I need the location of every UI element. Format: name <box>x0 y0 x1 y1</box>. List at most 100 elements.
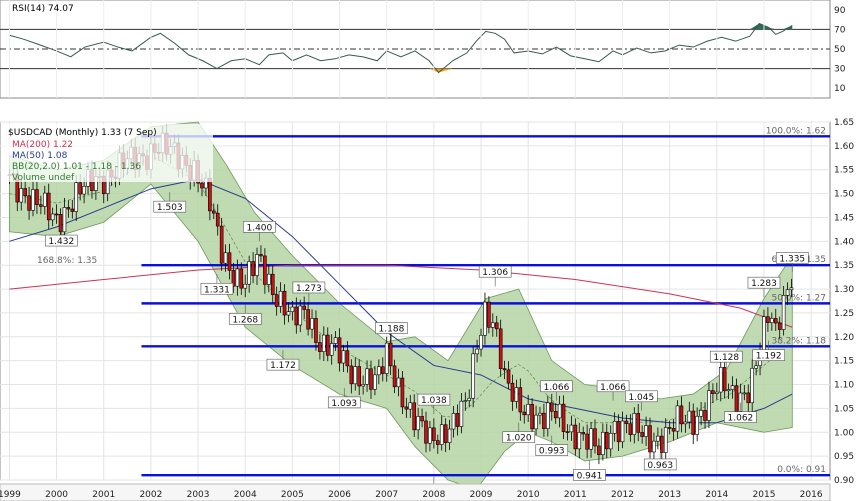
y-tick-label: 1.50 <box>834 190 854 200</box>
candle-body <box>361 384 365 387</box>
candle-body <box>502 368 507 371</box>
candle-body <box>628 423 633 435</box>
y-tick-label: 1.10 <box>834 381 854 391</box>
candle-body <box>534 414 538 430</box>
annotation-label: 1.306 <box>482 268 508 278</box>
candle-body <box>243 283 248 289</box>
candle-body <box>675 405 680 432</box>
candle-body <box>443 424 448 443</box>
candle-body <box>777 322 782 330</box>
legend-title: $USDCAD (Monthly) 1.33 (7 Sep) <box>8 128 157 138</box>
candle-body <box>400 377 405 408</box>
candle-body <box>608 433 613 450</box>
candle-body <box>384 342 389 374</box>
candle-body <box>734 385 739 412</box>
y-tick-label: 1.45 <box>834 213 854 223</box>
annotation-label: 1.045 <box>628 393 654 403</box>
candle-body <box>565 431 570 433</box>
annotation-label: 1.020 <box>506 434 532 444</box>
candle-body <box>357 366 361 387</box>
annotation-label: 0.941 <box>577 471 603 481</box>
candle-body <box>773 318 778 324</box>
y-tick-label: 1.55 <box>834 166 854 176</box>
candle-body <box>447 428 452 443</box>
candle-body <box>475 348 479 355</box>
candle-body <box>200 182 204 189</box>
x-tick-label: 2012 <box>611 490 634 500</box>
candle-body <box>557 403 562 419</box>
legend-bb: BB(20,2.0) 1.01 - 1.18 - 1.36 <box>12 162 141 172</box>
x-tick-label: 1999 <box>0 490 21 500</box>
candle-body <box>286 311 291 316</box>
candle-body <box>412 402 417 431</box>
candle-body <box>420 416 424 422</box>
candle-body <box>23 188 27 197</box>
candle-body <box>74 182 79 212</box>
candle-body <box>597 445 601 456</box>
candle-body <box>251 261 255 276</box>
annotation-label: 1.268 <box>232 315 258 325</box>
candle-body <box>235 268 240 287</box>
annotation-label: 1.038 <box>421 396 447 406</box>
usdcad-chart: 1030507090 100.0%: 1.6261.8%: 1.3550.0%:… <box>0 0 854 501</box>
legend-ma50: MA(50) 1.08 <box>12 151 68 161</box>
candle-body <box>715 391 719 394</box>
candle-body <box>247 261 251 285</box>
candle-body <box>408 402 413 410</box>
candle-body <box>314 318 318 343</box>
candle-body <box>290 306 295 312</box>
candle-body <box>703 410 707 421</box>
candle-body <box>601 431 605 456</box>
x-tick-label: 2000 <box>45 490 68 500</box>
annotation-label: 1.503 <box>157 203 183 213</box>
candle-body <box>353 366 358 385</box>
candle-body <box>35 189 39 205</box>
x-tick-label: 2004 <box>234 490 257 500</box>
candle-body <box>369 368 373 390</box>
annotation-label: 1.172 <box>270 361 296 371</box>
candle-body <box>267 273 271 285</box>
candle-body <box>325 334 330 356</box>
fib-label: 100.0%: 1.62 <box>766 126 826 136</box>
candle-body <box>208 177 212 212</box>
candle-body <box>624 420 629 425</box>
x-tick-label: 2015 <box>753 490 776 500</box>
y-tick-label: 0.95 <box>834 452 854 462</box>
annotation-label: 1.331 <box>204 285 230 295</box>
candle-body <box>546 402 550 429</box>
candle-body <box>766 316 770 323</box>
annotation-label: 1.188 <box>379 325 405 335</box>
candle-body <box>518 387 523 413</box>
candle-body <box>424 420 428 444</box>
candle-body <box>711 390 715 394</box>
candle-body <box>553 411 558 419</box>
candle-body <box>270 273 275 295</box>
candle-body <box>416 416 420 431</box>
candle-body <box>239 268 244 289</box>
rsi-tick-label: 30 <box>834 65 846 75</box>
x-tick-label: 2005 <box>281 490 304 500</box>
candle-body <box>671 428 676 432</box>
rsi-tick-label: 10 <box>834 84 846 94</box>
candle-body <box>487 301 491 328</box>
y-tick-label: 1.35 <box>834 261 854 271</box>
candle-body <box>750 367 754 404</box>
candle-body <box>683 421 688 425</box>
candle-body <box>573 424 578 450</box>
candle-body <box>451 413 456 430</box>
candle-body <box>581 432 586 435</box>
candle-body <box>593 428 597 447</box>
candle-body <box>530 403 534 430</box>
annotation-label: 1.093 <box>331 399 357 409</box>
candle-body <box>494 322 499 330</box>
candle-body <box>781 295 786 330</box>
annotation-label: 1.066 <box>600 383 626 393</box>
candle-body <box>789 287 794 291</box>
fib-label: 0.0%: 0.91 <box>777 465 826 475</box>
candle-body <box>31 189 35 211</box>
candle-body <box>82 185 86 195</box>
x-tick-label: 2006 <box>328 490 351 500</box>
candle-body <box>659 435 664 453</box>
candle-body <box>561 403 566 432</box>
candle-body <box>322 334 326 352</box>
